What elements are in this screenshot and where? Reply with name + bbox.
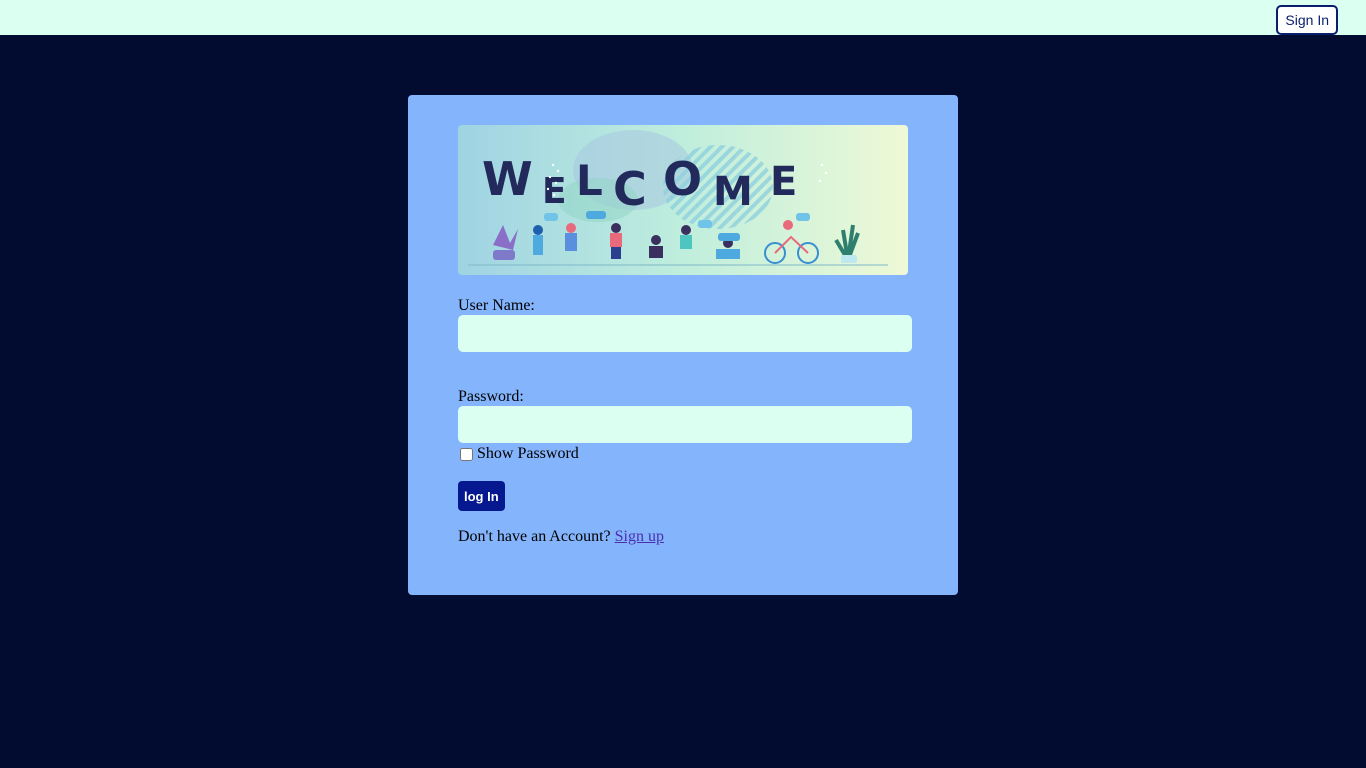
password-input[interactable] xyxy=(458,406,912,443)
signup-link[interactable]: Sign up xyxy=(615,528,664,545)
signup-prompt-row: Don't have an Account? Sign up xyxy=(458,528,664,546)
signup-prompt-text: Don't have an Account? xyxy=(458,528,611,545)
login-card: W E L C O M E User Name: Password: Show … xyxy=(408,95,958,595)
svg-text:M: M xyxy=(713,169,753,215)
svg-text:E: E xyxy=(770,159,797,205)
show-password-row[interactable]: Show Password xyxy=(460,445,579,463)
svg-text:W: W xyxy=(482,152,533,206)
svg-text:O: O xyxy=(663,152,702,206)
username-label: User Name: xyxy=(458,297,535,314)
show-password-label: Show Password xyxy=(477,445,579,462)
top-navbar: Sign In xyxy=(0,0,1366,35)
svg-text:L: L xyxy=(576,156,603,205)
svg-text:C: C xyxy=(613,162,647,216)
username-input[interactable] xyxy=(458,315,912,352)
svg-text:E: E xyxy=(542,171,567,212)
login-button[interactable]: log In xyxy=(458,481,505,511)
sign-in-button[interactable]: Sign In xyxy=(1276,5,1338,35)
show-password-checkbox[interactable] xyxy=(460,447,473,461)
welcome-banner-image: W E L C O M E xyxy=(458,125,908,275)
password-label: Password: xyxy=(458,388,524,405)
